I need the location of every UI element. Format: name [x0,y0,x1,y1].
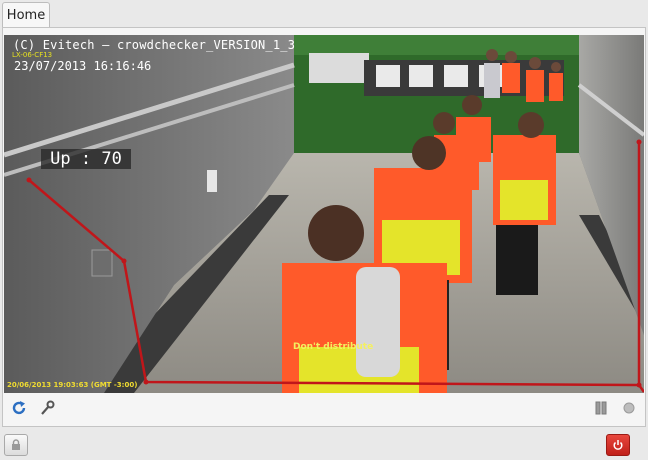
zone-vertex [636,382,642,388]
zone-vertex [121,258,127,264]
barrier-panel [376,65,400,87]
zone-vertex [143,379,149,385]
footer-bar [0,430,648,460]
barrier-panel [444,65,468,87]
power-icon [613,440,623,450]
barrier [309,53,369,83]
zone-vertex [636,139,642,145]
wrench-icon [41,400,55,415]
overlay-camera-id: LX-06-CF13 [12,51,53,59]
lock-icon [12,439,20,450]
wall-box [91,249,113,277]
stadium-field-far [290,35,620,55]
refresh-button[interactable] [9,397,29,419]
pause-button[interactable] [591,397,611,419]
camera-scene [4,35,644,393]
barrier-panel [409,65,433,87]
people-counter: Up : 70 [41,149,131,169]
pause-icon [595,401,607,415]
source-timestamp: 20/06/2013 19:03:63 (GMT -3:00) [7,381,138,389]
tab-bar: Home [0,0,648,28]
power-button[interactable] [606,434,630,456]
settings-button[interactable] [37,397,57,419]
overlay-title: (C) Evitech — crowdchecker_VERSION_1_3 [13,38,296,52]
refresh-icon [12,401,26,415]
shirt-text: Don't distribute [293,342,374,352]
lock-button[interactable] [4,434,28,456]
tab-home[interactable]: Home [2,2,50,28]
camera-feed: (C) Evitech — crowdchecker_VERSION_1_3 L… [4,35,644,393]
wall-light [207,170,217,192]
status-dot-icon [623,402,635,414]
status-indicator [619,397,639,419]
overlay-datetime: 23/07/2013 16:16:46 [14,59,152,73]
zone-vertex [26,177,32,183]
